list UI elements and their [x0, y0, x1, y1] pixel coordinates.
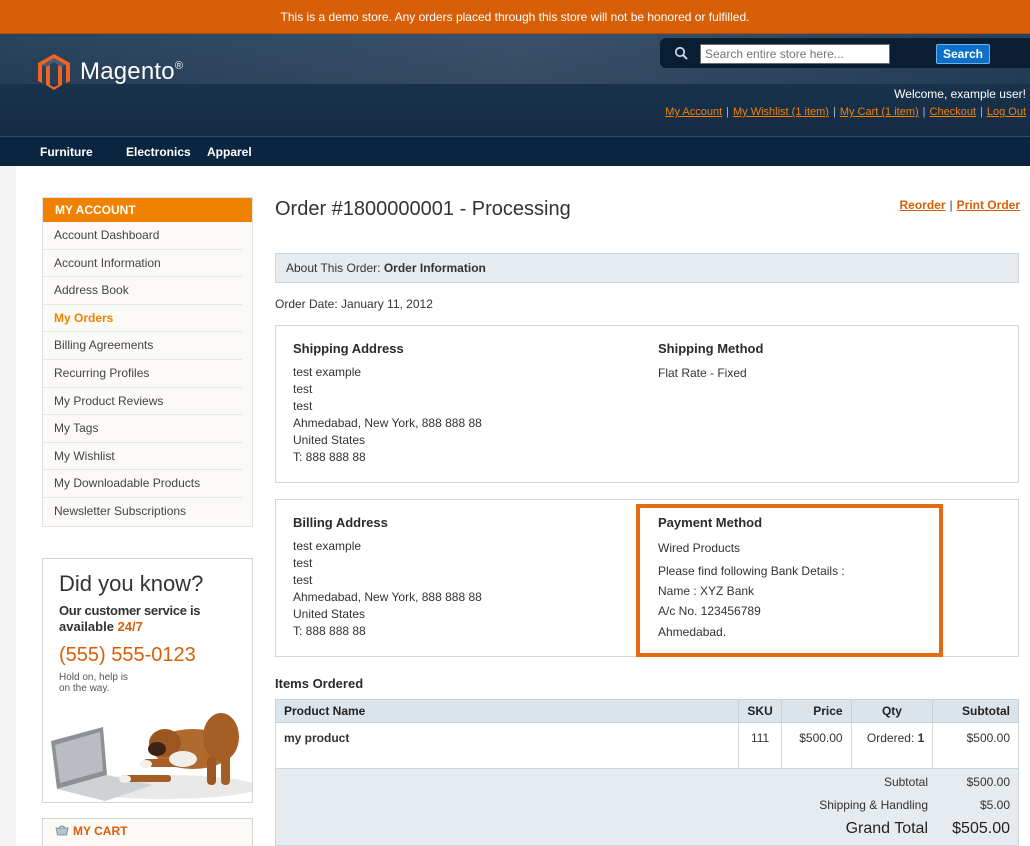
- promo-line: available 24/7: [59, 619, 143, 634]
- qty-cell: Ordered: 1: [850, 722, 934, 769]
- mini-cart[interactable]: MY CART: [42, 818, 253, 846]
- my-cart-link[interactable]: My Cart (1 item): [840, 106, 919, 118]
- totals-row-shipping: Shipping & Handling $5.00: [819, 798, 1010, 812]
- sidebar-item-my-tags[interactable]: My Tags: [43, 415, 242, 443]
- nav-item-apparel[interactable]: Apparel: [207, 145, 252, 159]
- magento-logo-icon: [38, 54, 70, 90]
- main-nav: Furniture Electronics Apparel: [0, 136, 1030, 166]
- shipping-address-line: test example: [293, 365, 362, 379]
- table-row: my product 111 $500.00 Ordered: 1 $500.0…: [274, 722, 1019, 769]
- items-ordered-table: Product Name SKU Price Qty Subtotal my p…: [274, 699, 1019, 769]
- sidebar-item-billing-agreements[interactable]: Billing Agreements: [43, 332, 242, 360]
- nav-item-furniture[interactable]: Furniture: [40, 145, 93, 159]
- my-wishlist-link[interactable]: My Wishlist (1 item): [733, 106, 829, 118]
- shipping-address-line: test: [293, 382, 313, 396]
- price-cell: $500.00: [780, 722, 852, 769]
- promo-title: Did you know?: [59, 571, 204, 596]
- search-button[interactable]: Search: [936, 44, 990, 64]
- nav-item-electronics[interactable]: Electronics: [126, 145, 191, 159]
- shipping-address-line: test: [293, 399, 313, 413]
- order-actions: Reorder | Print Order: [899, 198, 1021, 212]
- totals-row-subtotal: Subtotal $500.00: [883, 775, 1010, 789]
- order-information-tab[interactable]: Order Information: [384, 261, 486, 275]
- billing-address-line: test example: [293, 539, 362, 553]
- demo-notice: This is a demo store. Any orders placed …: [0, 0, 1030, 34]
- shipping-address-title: Shipping Address: [293, 341, 404, 356]
- search-input[interactable]: [700, 44, 890, 64]
- billing-address-line: United States: [293, 607, 366, 621]
- cart-icon: [55, 825, 69, 836]
- sidebar-item-account-information[interactable]: Account Information: [43, 250, 242, 278]
- shipping-info-box: Shipping Address test example test test …: [275, 325, 1019, 483]
- column-header-subtotal: Subtotal: [932, 699, 1019, 723]
- sidebar-item-account-dashboard[interactable]: Account Dashboard: [43, 222, 242, 250]
- customer-service-promo[interactable]: Did you know? Our customer service is av…: [42, 558, 253, 803]
- order-totals: Subtotal $500.00 Shipping & Handling $5.00…: [275, 768, 1019, 846]
- search-bar: Search: [660, 38, 1030, 68]
- page-title: Order #1800000001 - Processing: [275, 198, 571, 220]
- account-nav: MY ACCOUNT Account Dashboard Account Inf…: [42, 197, 253, 527]
- billing-address-line: T: 888 888 88: [293, 624, 366, 638]
- header-links: My Account | My Wishlist (1 item) | My Cart …: [665, 106, 1026, 118]
- about-order-label: About This Order:: [286, 261, 381, 275]
- sidebar-item-newsletter-subscriptions[interactable]: Newsletter Subscriptions: [43, 498, 242, 526]
- search-icon: [674, 46, 688, 60]
- logo[interactable]: Magento®: [38, 52, 183, 92]
- column-header-price: Price: [780, 699, 852, 723]
- payment-method-highlight: [636, 504, 943, 657]
- sidebar-item-recurring-profiles[interactable]: Recurring Profiles: [43, 360, 242, 388]
- sku-cell: 111: [738, 722, 782, 769]
- promo-line: Our customer service is: [59, 603, 201, 618]
- sidebar-item-address-book[interactable]: Address Book: [43, 277, 242, 305]
- subtotal-cell: $500.00: [932, 722, 1019, 769]
- reorder-link[interactable]: Reorder: [900, 198, 946, 212]
- shipping-method-title: Shipping Method: [658, 341, 764, 356]
- column-header-sku: SKU: [738, 699, 782, 723]
- product-name-cell: my product: [274, 722, 740, 769]
- account-nav-title: MY ACCOUNT: [43, 198, 252, 222]
- log-out-link[interactable]: Log Out: [987, 106, 1026, 118]
- mini-cart-title: MY CART: [73, 824, 128, 838]
- promo-phone: (555) 555-0123: [59, 644, 196, 666]
- header: Magento® Search Welcome, example user! M…: [0, 34, 1030, 136]
- column-header-qty: Qty: [850, 699, 934, 723]
- items-ordered-title: Items Ordered: [275, 676, 364, 691]
- sidebar-item-my-product-reviews[interactable]: My Product Reviews: [43, 388, 242, 416]
- billing-address-line: Ahmedabad, New York, 888 888 88: [293, 590, 482, 604]
- welcome-message: Welcome, example user!: [894, 87, 1026, 101]
- sidebar-item-my-downloadable-products[interactable]: My Downloadable Products: [43, 470, 242, 498]
- logo-text: Magento®: [80, 58, 184, 85]
- sidebar-item-my-wishlist[interactable]: My Wishlist: [43, 443, 242, 471]
- column-header-product-name: Product Name: [274, 699, 740, 723]
- my-account-link[interactable]: My Account: [665, 106, 722, 118]
- shipping-address-line: United States: [293, 433, 366, 447]
- dog-laptop-image: [51, 713, 252, 801]
- billing-address-line: test: [293, 573, 313, 587]
- shipping-address-line: T: 888 888 88: [293, 450, 366, 464]
- checkout-link[interactable]: Checkout: [930, 106, 976, 118]
- billing-address-title: Billing Address: [293, 515, 388, 530]
- sidebar-item-my-orders[interactable]: My Orders: [43, 305, 242, 333]
- shipping-method-value: Flat Rate - Fixed: [658, 366, 747, 380]
- order-date: Order Date: January 11, 2012: [275, 297, 433, 311]
- print-order-link[interactable]: Print Order: [957, 198, 1020, 212]
- about-order-bar: About This Order: Order Information: [275, 253, 1019, 283]
- table-header-row: Product Name SKU Price Qty Subtotal: [274, 699, 1019, 723]
- shipping-address-line: Ahmedabad, New York, 888 888 88: [293, 416, 482, 430]
- billing-address-line: test: [293, 556, 313, 570]
- totals-row-grand-total: Grand Total $505.00: [845, 820, 1010, 837]
